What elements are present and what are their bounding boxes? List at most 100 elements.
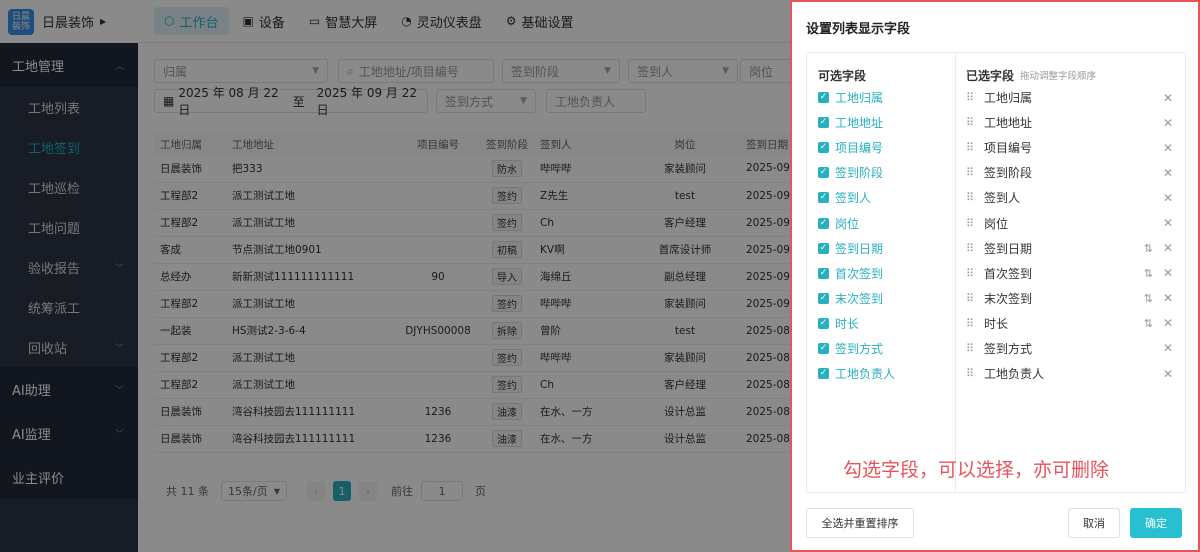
sort-icon[interactable]: ⇅ <box>1144 242 1153 255</box>
checkbox-checked-icon[interactable]: ✓ <box>818 267 829 279</box>
selected-field-item[interactable]: ⠿ 末次签到 ⇅ ✕ <box>966 286 1185 311</box>
remove-icon[interactable]: ✕ <box>1163 241 1173 255</box>
checkbox-checked-icon[interactable]: ✓ <box>818 92 829 104</box>
available-title: 可选字段 <box>818 68 867 83</box>
drag-handle-icon[interactable]: ⠿ <box>966 367 984 380</box>
checkbox-checked-icon[interactable]: ✓ <box>818 192 829 204</box>
selected-title: 已选字段 <box>966 68 1015 83</box>
selected-field-item[interactable]: ⠿ 签到日期 ⇅ ✕ <box>966 236 1185 261</box>
sort-icon[interactable]: ⇅ <box>1144 267 1153 280</box>
field-label: 首次签到 <box>984 266 1033 281</box>
drag-handle-icon[interactable]: ⠿ <box>966 166 984 179</box>
available-field-item[interactable]: ✓ 工地负责人 <box>818 361 955 386</box>
selected-field-item[interactable]: ⠿ 签到方式 ✕ <box>966 336 1185 361</box>
available-field-item[interactable]: ✓ 项目编号 <box>818 135 955 160</box>
drag-handle-icon[interactable]: ⠿ <box>966 116 984 129</box>
checkbox-checked-icon[interactable]: ✓ <box>818 342 829 354</box>
drag-handle-icon[interactable]: ⠿ <box>966 191 984 204</box>
available-field-item[interactable]: ✓ 签到人 <box>818 185 955 210</box>
field-label: 签到人 <box>984 191 1021 206</box>
drag-handle-icon[interactable]: ⠿ <box>966 242 984 255</box>
available-field-item[interactable]: ✓ 签到方式 <box>818 336 955 361</box>
remove-icon[interactable]: ✕ <box>1163 367 1173 381</box>
selected-field-item[interactable]: ⠿ 工地地址 ✕ <box>966 110 1185 135</box>
field-label: 工地负责人 <box>984 367 1045 382</box>
remove-icon[interactable]: ✕ <box>1163 166 1173 180</box>
selected-fields: 已选字段 拖动调整字段顺序 ⠿ 工地归属 ✕ ⠿ 工地地址 ✕ ⠿ 项目编号 ✕ ⠿ 签到阶段 ✕ ⠿ 签到… <box>956 53 1185 492</box>
selected-field-item[interactable]: ⠿ 签到人 ✕ <box>966 185 1185 210</box>
field-label: 末次签到 <box>835 291 884 306</box>
field-label: 岗位 <box>835 216 860 231</box>
available-field-item[interactable]: ✓ 签到日期 <box>818 236 955 261</box>
field-label: 时长 <box>835 316 860 331</box>
remove-icon[interactable]: ✕ <box>1163 91 1173 105</box>
field-label: 签到阶段 <box>835 166 884 181</box>
selected-field-item[interactable]: ⠿ 岗位 ✕ <box>966 210 1185 235</box>
remove-icon[interactable]: ✕ <box>1163 341 1173 355</box>
selected-field-item[interactable]: ⠿ 签到阶段 ✕ <box>966 160 1185 185</box>
field-label: 项目编号 <box>984 141 1033 156</box>
select-all-reset-button[interactable]: 全选并重置排序 <box>806 508 914 538</box>
cancel-button[interactable]: 取消 <box>1068 508 1120 538</box>
drag-handle-icon[interactable]: ⠿ <box>966 267 984 280</box>
available-field-item[interactable]: ✓ 工地归属 <box>818 85 955 110</box>
remove-icon[interactable]: ✕ <box>1163 291 1173 305</box>
selected-fields-title: 已选字段 拖动调整字段顺序 <box>966 65 1185 85</box>
available-field-item[interactable]: ✓ 工地地址 <box>818 110 955 135</box>
drag-handle-icon[interactable]: ⠿ <box>966 292 984 305</box>
selected-hint: 拖动调整字段顺序 <box>1020 71 1097 82</box>
available-field-item[interactable]: ✓ 时长 <box>818 311 955 336</box>
drag-handle-icon[interactable]: ⠿ <box>966 317 984 330</box>
checkbox-checked-icon[interactable]: ✓ <box>818 117 829 129</box>
checkbox-checked-icon[interactable]: ✓ <box>818 317 829 329</box>
field-label: 签到日期 <box>984 241 1033 256</box>
field-label: 时长 <box>984 316 1009 331</box>
field-panel: 可选字段 ✓ 工地归属 ✓ 工地地址 ✓ 项目编号 ✓ 签到阶段 ✓ 签到人 ✓ 岗位 ✓ 签到日期 ✓ 首次… <box>806 52 1186 493</box>
field-label: 工地地址 <box>835 116 884 131</box>
selected-field-item[interactable]: ⠿ 时长 ⇅ ✕ <box>966 311 1185 336</box>
checkbox-checked-icon[interactable]: ✓ <box>818 292 829 304</box>
field-label: 签到阶段 <box>984 166 1033 181</box>
available-field-item[interactable]: ✓ 末次签到 <box>818 286 955 311</box>
sort-icon[interactable]: ⇅ <box>1144 292 1153 305</box>
available-field-item[interactable]: ✓ 首次签到 <box>818 261 955 286</box>
checkbox-checked-icon[interactable]: ✓ <box>818 242 829 254</box>
remove-icon[interactable]: ✕ <box>1163 316 1173 330</box>
confirm-button[interactable]: 确定 <box>1130 508 1182 538</box>
drag-handle-icon[interactable]: ⠿ <box>966 217 984 230</box>
checkbox-checked-icon[interactable]: ✓ <box>818 368 829 380</box>
drag-handle-icon[interactable]: ⠿ <box>966 91 984 104</box>
annotation-text: 勾选字段，可以选择，亦可删除 <box>843 459 1110 481</box>
available-field-item[interactable]: ✓ 签到阶段 <box>818 160 955 185</box>
sort-icon[interactable]: ⇅ <box>1144 317 1153 330</box>
field-label: 末次签到 <box>984 291 1033 306</box>
field-label: 工地负责人 <box>835 367 896 382</box>
remove-icon[interactable]: ✕ <box>1163 116 1173 130</box>
field-label: 签到方式 <box>984 341 1033 356</box>
available-field-item[interactable]: ✓ 岗位 <box>818 210 955 235</box>
field-label: 签到人 <box>835 191 872 206</box>
selected-field-item[interactable]: ⠿ 首次签到 ⇅ ✕ <box>966 261 1185 286</box>
field-label: 签到方式 <box>835 341 884 356</box>
remove-icon[interactable]: ✕ <box>1163 216 1173 230</box>
field-label: 项目编号 <box>835 141 884 156</box>
selected-field-item[interactable]: ⠿ 项目编号 ✕ <box>966 135 1185 160</box>
field-label: 工地归属 <box>984 91 1033 106</box>
dialog-title: 设置列表显示字段 <box>806 22 911 37</box>
field-label: 工地归属 <box>835 91 884 106</box>
checkbox-checked-icon[interactable]: ✓ <box>818 167 829 179</box>
available-fields: 可选字段 ✓ 工地归属 ✓ 工地地址 ✓ 项目编号 ✓ 签到阶段 ✓ 签到人 ✓ 岗位 ✓ 签到日期 ✓ 首次… <box>807 53 956 492</box>
modal-overlay[interactable] <box>0 0 790 552</box>
checkbox-checked-icon[interactable]: ✓ <box>818 217 829 229</box>
drag-handle-icon[interactable]: ⠿ <box>966 141 984 154</box>
drag-handle-icon[interactable]: ⠿ <box>966 342 984 355</box>
remove-icon[interactable]: ✕ <box>1163 266 1173 280</box>
selected-field-item[interactable]: ⠿ 工地归属 ✕ <box>966 85 1185 110</box>
field-label: 首次签到 <box>835 266 884 281</box>
field-label: 工地地址 <box>984 116 1033 131</box>
checkbox-checked-icon[interactable]: ✓ <box>818 142 829 154</box>
remove-icon[interactable]: ✕ <box>1163 191 1173 205</box>
remove-icon[interactable]: ✕ <box>1163 141 1173 155</box>
field-label: 岗位 <box>984 216 1009 231</box>
selected-field-item[interactable]: ⠿ 工地负责人 ✕ <box>966 361 1185 386</box>
